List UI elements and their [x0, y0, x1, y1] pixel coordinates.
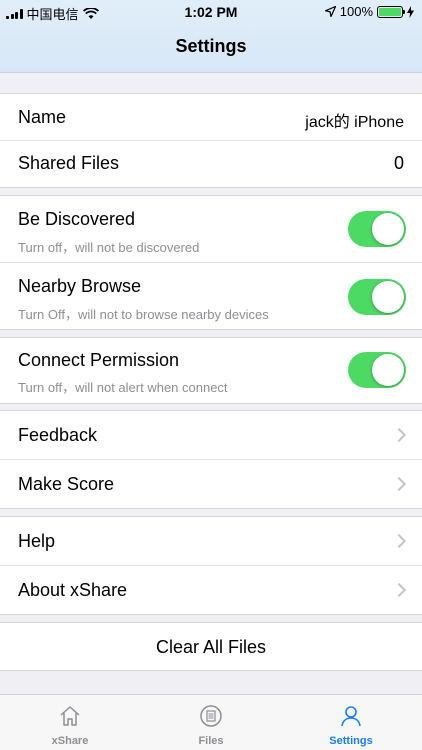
- discover-group: Be Discovered Turn off，will not be disco…: [0, 195, 422, 330]
- page-title: Settings: [175, 36, 247, 56]
- nearby-browse-row: Nearby Browse Turn Off，will not to brows…: [0, 263, 422, 330]
- tab-files[interactable]: Files: [141, 695, 281, 750]
- home-icon: [60, 706, 80, 726]
- info-group: Name jack的 iPhone Shared Files 0: [0, 93, 422, 188]
- about-group: Help About xShare: [0, 516, 422, 615]
- help-row[interactable]: Help: [0, 517, 422, 566]
- clear-all-files-button[interactable]: Clear All Files: [0, 623, 422, 670]
- be-discovered-subtitle: Turn off，will not be discovered: [18, 240, 200, 255]
- connect-permission-title: Connect Permission: [18, 350, 180, 370]
- chevron-right-icon: [391, 533, 407, 549]
- charging-bolt-icon: [407, 5, 414, 18]
- tab-settings-label: Settings: [329, 735, 373, 747]
- navigation-header: 中国电信 1:02 PM 100% Settings: [0, 0, 422, 73]
- feedback-label: Feedback: [18, 425, 98, 445]
- clear-group: Clear All Files: [0, 622, 422, 671]
- tab-bar: xShare Files Settings: [0, 694, 422, 750]
- clear-all-files-label: Clear All Files: [155, 637, 267, 657]
- name-value: jack的 iPhone: [305, 114, 404, 131]
- status-right: 100%: [324, 4, 414, 19]
- tab-xshare-label: xShare: [51, 735, 89, 747]
- chevron-right-icon: [391, 476, 407, 492]
- tab-settings[interactable]: Settings: [281, 695, 421, 750]
- status-bar: 中国电信 1:02 PM 100%: [0, 0, 422, 24]
- feedback-group: Feedback Make Score: [0, 410, 422, 509]
- make-score-label: Make Score: [18, 474, 115, 494]
- permission-group: Connect Permission Turn off，will not ale…: [0, 337, 422, 404]
- files-icon: [200, 705, 222, 727]
- nearby-browse-title: Nearby Browse: [18, 276, 142, 296]
- make-score-row[interactable]: Make Score: [0, 460, 422, 508]
- shared-files-row[interactable]: Shared Files 0: [0, 141, 422, 187]
- connect-permission-row: Connect Permission Turn off，will not ale…: [0, 338, 422, 403]
- be-discovered-toggle[interactable]: [348, 211, 406, 247]
- name-label: Name: [18, 107, 67, 127]
- name-row[interactable]: Name jack的 iPhone: [0, 94, 422, 141]
- person-icon: [341, 706, 361, 727]
- tab-xshare[interactable]: xShare: [0, 695, 140, 750]
- connect-permission-subtitle: Turn off，will not alert when connect: [18, 380, 228, 395]
- chevron-right-icon: [391, 582, 407, 598]
- about-row[interactable]: About xShare: [0, 566, 422, 614]
- tab-files-label: Files: [198, 735, 224, 747]
- be-discovered-row: Be Discovered Turn off，will not be disco…: [0, 196, 422, 263]
- shared-files-label: Shared Files: [18, 153, 120, 173]
- feedback-row[interactable]: Feedback: [0, 411, 422, 460]
- nearby-browse-toggle[interactable]: [348, 279, 406, 315]
- nearby-browse-subtitle: Turn Off，will not to browse nearby devic…: [18, 307, 269, 322]
- location-arrow-icon: [324, 6, 336, 17]
- shared-files-count: 0: [393, 153, 404, 173]
- about-label: About xShare: [18, 580, 128, 600]
- be-discovered-title: Be Discovered: [18, 209, 136, 229]
- connect-permission-toggle[interactable]: [348, 352, 406, 388]
- battery-icon: [377, 5, 405, 18]
- battery-percent: 100%: [339, 4, 373, 19]
- chevron-right-icon: [391, 427, 407, 443]
- help-label: Help: [18, 531, 56, 551]
